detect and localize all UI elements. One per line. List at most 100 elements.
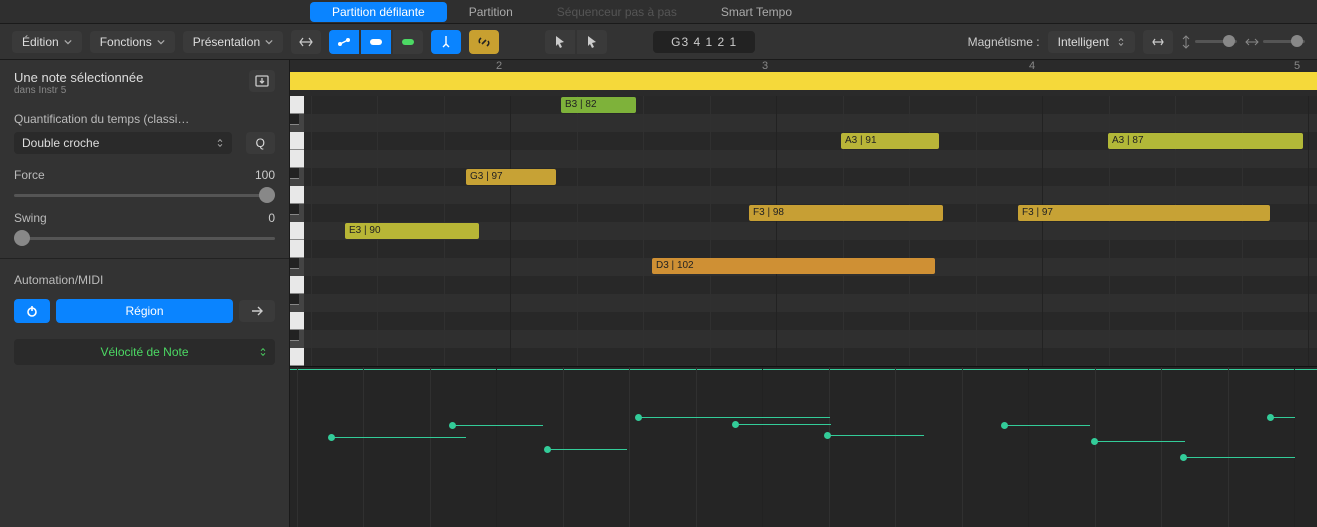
- midi-note[interactable]: F3 | 98: [749, 205, 943, 221]
- piano-key[interactable]: [290, 258, 299, 269]
- piano-key[interactable]: [290, 150, 304, 168]
- snap-to-grid-button[interactable]: [1143, 30, 1173, 54]
- beat-line: [1161, 367, 1162, 527]
- automation-segment[interactable]: [331, 437, 466, 438]
- tool-pointer[interactable]: [545, 30, 575, 54]
- link-button[interactable]: [469, 30, 499, 54]
- piano-key[interactable]: [290, 132, 304, 150]
- automation-segment[interactable]: [452, 425, 543, 426]
- beat-line: [430, 367, 431, 527]
- automation-point[interactable]: [1001, 422, 1008, 429]
- piano-key[interactable]: [290, 240, 304, 258]
- piano-key[interactable]: [290, 96, 304, 114]
- note-lane: [304, 168, 1317, 186]
- strength-slider[interactable]: [14, 194, 275, 197]
- beat-line: [643, 96, 644, 366]
- tab-score[interactable]: Partition: [447, 2, 535, 22]
- automation-lane[interactable]: [290, 366, 1317, 527]
- note-lane: [304, 186, 1317, 204]
- position-display[interactable]: G3 4 1 2 1: [653, 31, 755, 53]
- automation-segment[interactable]: [735, 424, 831, 425]
- automation-segment[interactable]: [827, 435, 924, 436]
- bar-line: [496, 367, 497, 527]
- menu-functions[interactable]: Fonctions: [90, 31, 175, 53]
- automation-segment[interactable]: [547, 449, 627, 450]
- piano-key[interactable]: [290, 168, 299, 179]
- zoom-vertical[interactable]: [1181, 35, 1237, 49]
- automation-power-button[interactable]: [14, 299, 50, 323]
- beat-line: [297, 367, 298, 527]
- piano-key[interactable]: [290, 186, 304, 204]
- catch-button[interactable]: [431, 30, 461, 54]
- bar-line: [1294, 367, 1295, 527]
- menu-view-label: Présentation: [193, 35, 260, 49]
- zoom-h-icon: [1245, 37, 1259, 47]
- midi-note[interactable]: D3 | 102: [652, 258, 935, 274]
- zoom-horizontal[interactable]: [1245, 37, 1305, 47]
- automation-point[interactable]: [635, 414, 642, 421]
- quantize-button[interactable]: Q: [246, 132, 275, 154]
- midi-note[interactable]: G3 | 97: [466, 169, 556, 185]
- swing-label: Swing: [14, 211, 47, 225]
- automation-point[interactable]: [1180, 454, 1187, 461]
- beat-line: [962, 367, 963, 527]
- menu-view[interactable]: Présentation: [183, 31, 283, 53]
- bar-line: [510, 96, 511, 366]
- midi-note[interactable]: F3 | 97: [1018, 205, 1270, 221]
- automation-point[interactable]: [1091, 438, 1098, 445]
- collapse-button[interactable]: [291, 30, 321, 54]
- automation-point[interactable]: [544, 446, 551, 453]
- menu-edit[interactable]: Édition: [12, 31, 82, 53]
- piano-key[interactable]: [290, 312, 304, 330]
- note-lane: [304, 276, 1317, 294]
- piano-keyboard[interactable]: [290, 96, 304, 366]
- piano-key[interactable]: [290, 294, 299, 305]
- tab-step-sequencer[interactable]: Séquenceur pas à pas: [535, 2, 699, 22]
- piano-key[interactable]: [290, 222, 304, 240]
- swing-slider[interactable]: [14, 237, 275, 240]
- arrow-right-icon: [250, 305, 264, 317]
- midi-out-button[interactable]: [393, 30, 423, 54]
- beat-line: [563, 367, 564, 527]
- snap-select[interactable]: Intelligent: [1048, 31, 1135, 53]
- automation-point[interactable]: [449, 422, 456, 429]
- piano-key[interactable]: [290, 114, 299, 125]
- cycle-region[interactable]: [290, 72, 1317, 90]
- pointer-icon: [552, 34, 568, 50]
- midi-note[interactable]: A3 | 91: [841, 133, 939, 149]
- quantize-select[interactable]: Double croche: [14, 132, 232, 154]
- midi-draw-button[interactable]: [329, 30, 359, 54]
- tool-alt[interactable]: [577, 30, 607, 54]
- piano-key[interactable]: [290, 348, 304, 366]
- piano-key[interactable]: [290, 330, 299, 341]
- snap-grid-icon: [1150, 34, 1166, 50]
- midi-note[interactable]: E3 | 90: [345, 223, 479, 239]
- automation-segment[interactable]: [1094, 441, 1185, 442]
- beat-line: [311, 96, 312, 366]
- automation-point[interactable]: [328, 434, 335, 441]
- automation-point[interactable]: [824, 432, 831, 439]
- midi-note[interactable]: B3 | 82: [561, 97, 636, 113]
- automation-next-button[interactable]: [239, 300, 275, 322]
- tab-piano-roll[interactable]: Partition défilante: [310, 2, 447, 22]
- automation-point[interactable]: [1267, 414, 1274, 421]
- automation-param-select[interactable]: Vélocité de Note: [14, 339, 275, 365]
- power-icon: [25, 304, 39, 318]
- piano-roll-editor[interactable]: 2345 B3 | 82A3 | 91A3 | 87G3 | 97F3 | 98…: [290, 60, 1317, 527]
- automation-segment[interactable]: [1183, 457, 1295, 458]
- midi-in-button[interactable]: [361, 30, 391, 54]
- automation-point[interactable]: [732, 421, 739, 428]
- beat-line: [577, 96, 578, 366]
- midi-note[interactable]: A3 | 87: [1108, 133, 1303, 149]
- automation-segment[interactable]: [638, 417, 830, 418]
- inspector-expand-button[interactable]: [249, 70, 275, 92]
- piano-key[interactable]: [290, 276, 304, 294]
- piano-key[interactable]: [290, 204, 299, 215]
- automation-region-button[interactable]: Région: [56, 299, 233, 323]
- tab-smart-tempo[interactable]: Smart Tempo: [699, 2, 814, 22]
- quantize-value: Double croche: [22, 136, 99, 150]
- automation-segment[interactable]: [1004, 425, 1090, 426]
- bar-line: [776, 96, 777, 366]
- inspector-panel: Une note sélectionnée dans Instr 5 Quant…: [0, 60, 290, 527]
- inspector-title: Une note sélectionnée: [14, 70, 143, 85]
